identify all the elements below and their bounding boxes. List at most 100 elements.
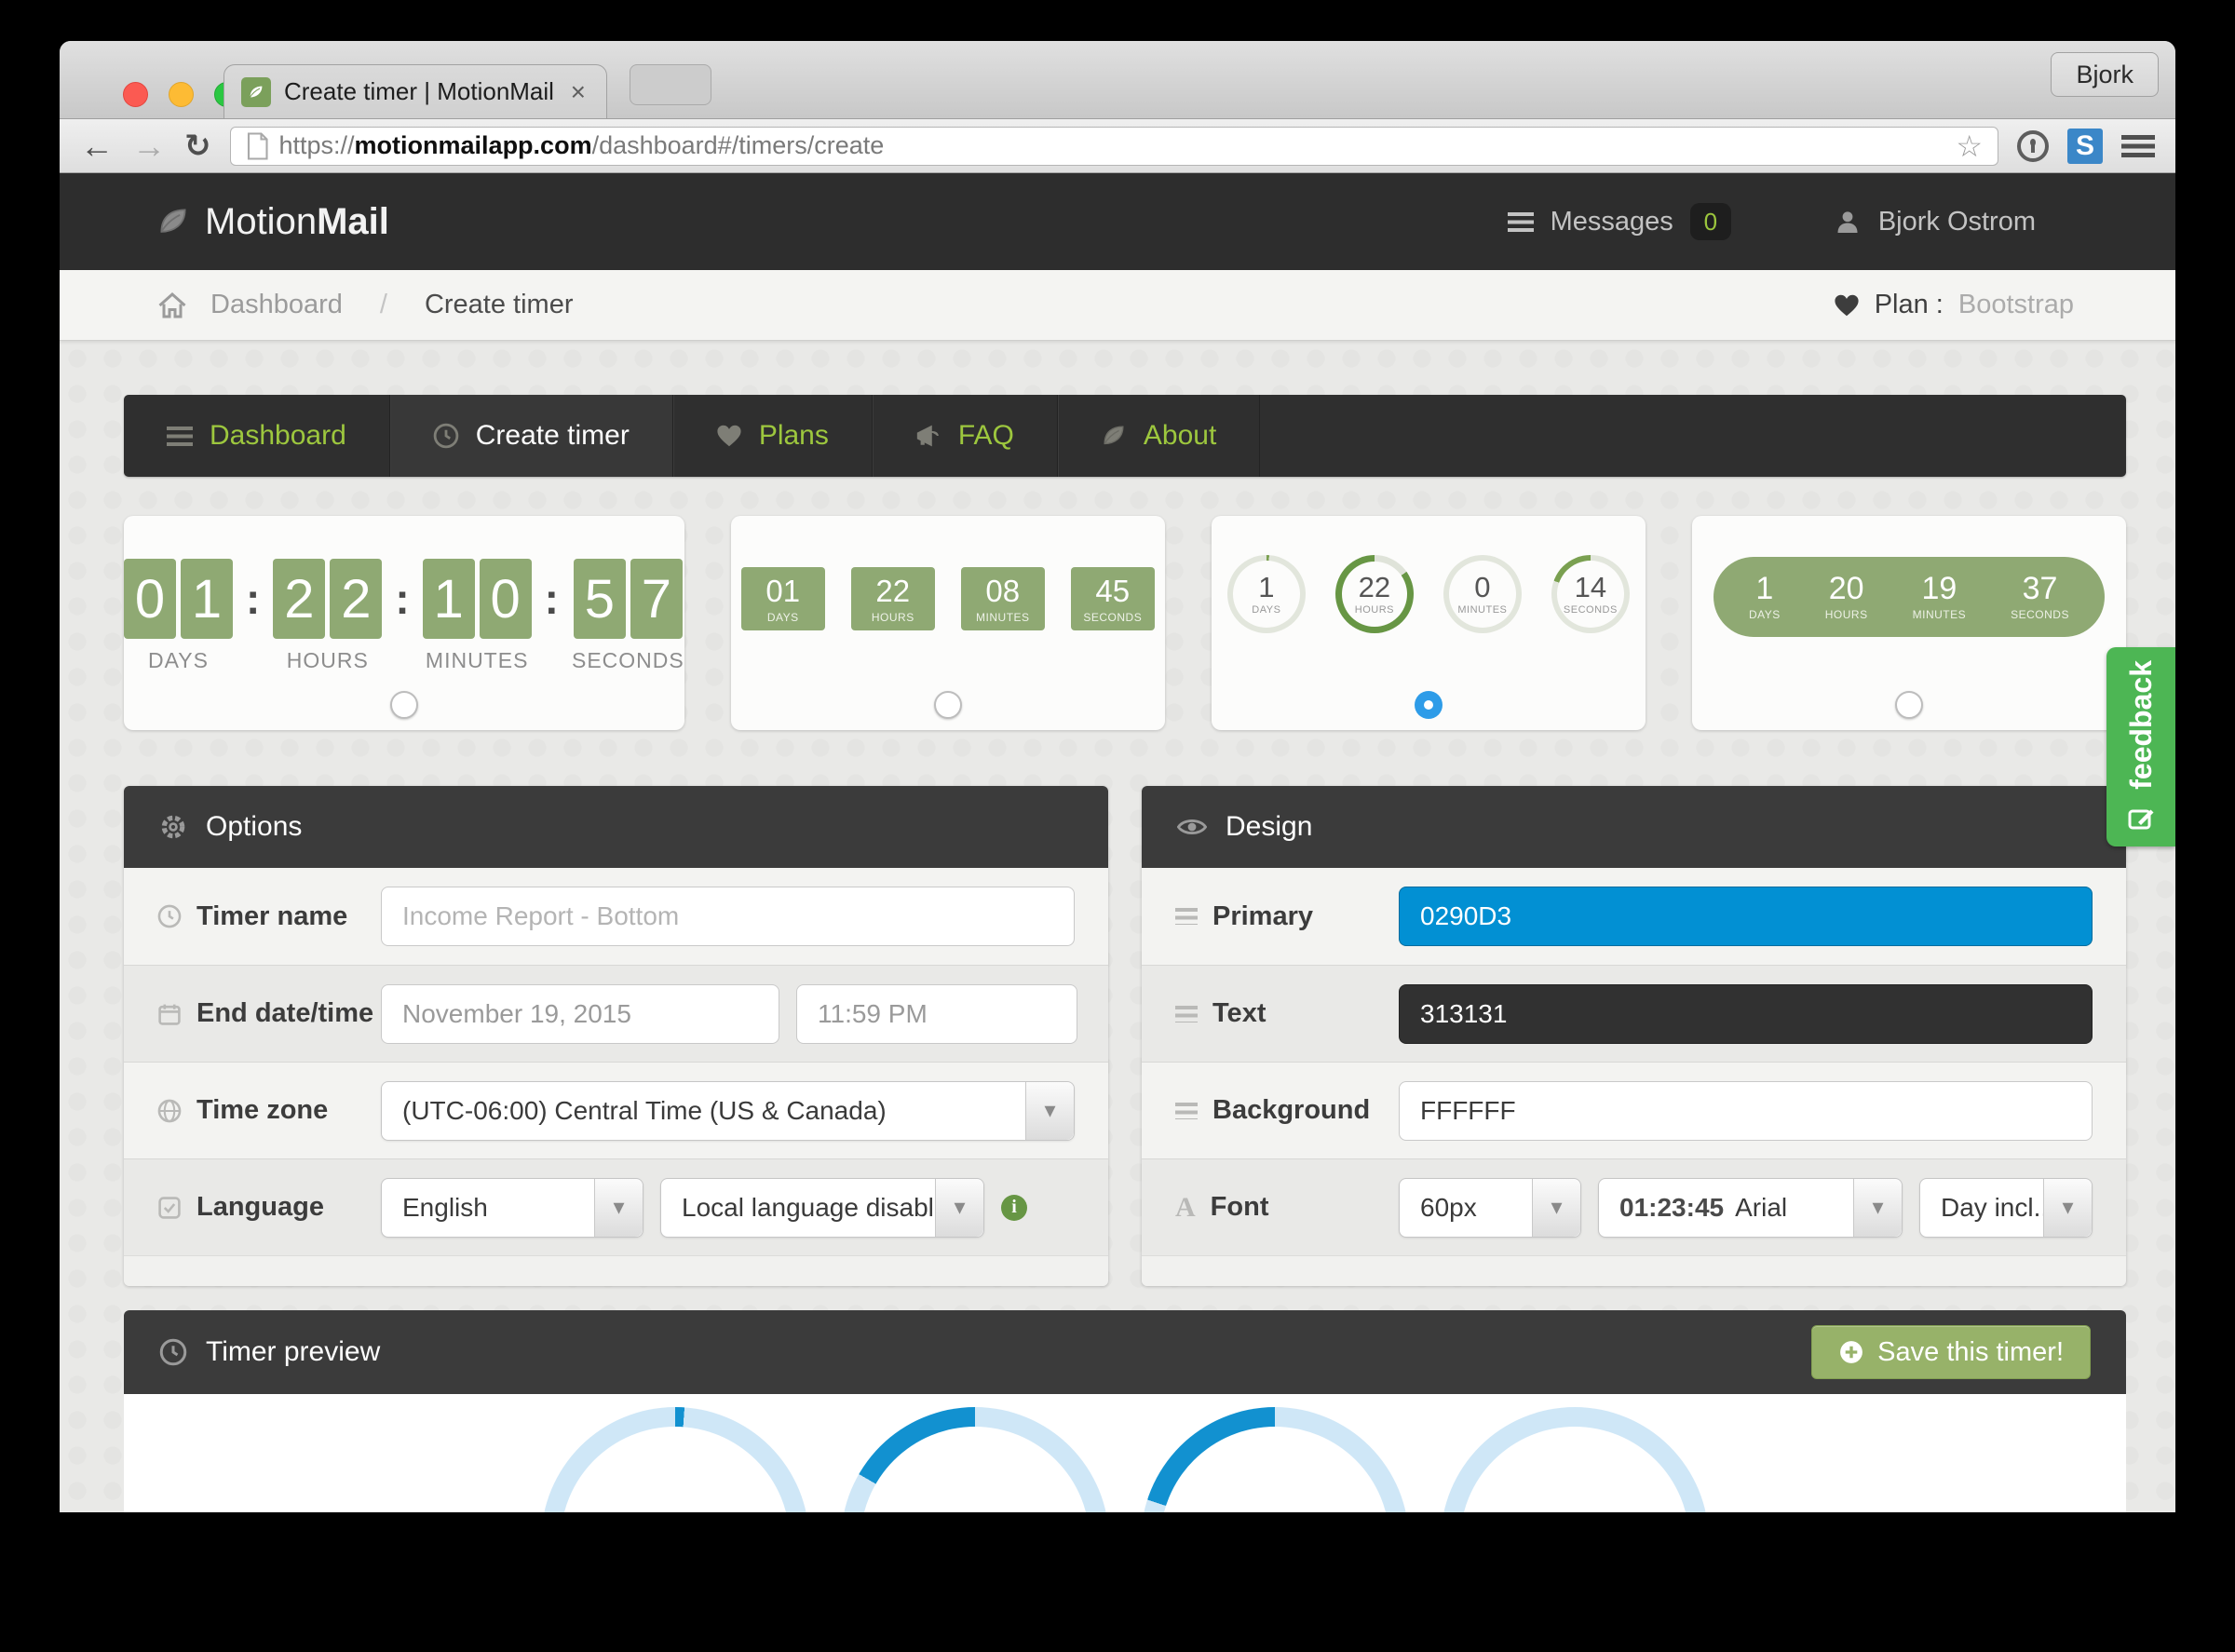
- bookmark-star-icon[interactable]: ☆: [1956, 129, 1983, 164]
- language-select[interactable]: English ▾: [381, 1178, 643, 1238]
- motionmail-logo[interactable]: MotionMail: [156, 201, 389, 243]
- info-icon[interactable]: i: [1001, 1195, 1027, 1221]
- checkbox-icon: [157, 1196, 182, 1220]
- background-color-row: Background: [1142, 1062, 2126, 1158]
- browser-titlebar: Create timer | MotionMail × Bjork: [60, 41, 2175, 119]
- font-label: Font: [1211, 1192, 1269, 1223]
- brand-mail: Mail: [317, 201, 389, 242]
- globe-icon: [157, 1099, 182, 1123]
- plus-circle-icon: [1838, 1339, 1864, 1365]
- timer-style-circles-card[interactable]: 1DAYS 22HOURS 0MINUTES 14SECONDS: [1212, 516, 1646, 730]
- tab-title: Create timer | MotionMail: [284, 77, 554, 106]
- end-datetime-label: End date/time: [196, 998, 373, 1029]
- design-title: Design: [1226, 811, 1312, 843]
- nav-tab-dashboard[interactable]: Dashboard: [124, 395, 390, 477]
- page-content: Dashboard Create timer Plans FAQ: [60, 341, 2175, 1512]
- primary-color-row: Primary: [1142, 868, 2126, 965]
- window-controls: [123, 82, 239, 107]
- s-extension-icon[interactable]: S: [2067, 129, 2103, 164]
- chevron-down-icon: ▾: [1853, 1179, 1902, 1237]
- background-label: Background: [1212, 1095, 1370, 1126]
- app-header: MotionMail Messages 0 Bjork Ostrom: [60, 173, 2175, 270]
- close-window-button[interactable]: [123, 82, 148, 107]
- user-icon: [1834, 208, 1862, 236]
- flip-timer-preview: 0 1 DAYS : 2 2 HOURS :: [124, 559, 684, 673]
- font-a-icon: A: [1175, 1192, 1196, 1224]
- timer-style-blocks-radio[interactable]: [934, 691, 962, 719]
- layers-icon: [1175, 1006, 1198, 1022]
- timer-style-blocks-card[interactable]: 01DAYS 22HOURS 08MINUTES 45SECONDS: [731, 516, 1165, 730]
- address-bar[interactable]: https://motionmailapp.com/dashboard#/tim…: [230, 127, 1999, 166]
- timer-style-flip-radio[interactable]: [390, 691, 418, 719]
- font-display-select[interactable]: Day incl... ▾: [1919, 1178, 2093, 1238]
- heart-icon: [1834, 293, 1860, 318]
- primary-color-input[interactable]: [1399, 887, 2093, 946]
- browser-menu-icon[interactable]: [2121, 135, 2155, 157]
- browser-profile-button[interactable]: Bjork: [2051, 52, 2159, 97]
- options-panel: Options Timer name: [124, 786, 1108, 1286]
- chevron-down-icon: ▾: [2043, 1179, 2092, 1237]
- new-tab-button[interactable]: [630, 64, 711, 105]
- preview-seconds-circle: 0: [1441, 1407, 1709, 1512]
- clock-icon: [433, 423, 459, 449]
- primary-label: Primary: [1212, 901, 1313, 932]
- end-date-input[interactable]: [381, 984, 779, 1044]
- forward-button[interactable]: →: [132, 129, 166, 163]
- breadcrumb-separator: /: [380, 290, 387, 320]
- nav-tab-create-timer[interactable]: Create timer: [390, 395, 673, 477]
- text-color-input[interactable]: [1399, 984, 2093, 1044]
- blocks-timer-preview: 01DAYS 22HOURS 08MINUTES 45SECONDS: [741, 567, 1155, 630]
- timer-style-flip-card[interactable]: 0 1 DAYS : 2 2 HOURS :: [124, 516, 684, 730]
- tab-close-icon[interactable]: ×: [567, 77, 589, 107]
- preview-minutes-circle: 45: [1141, 1407, 1409, 1512]
- minimize-window-button[interactable]: [169, 82, 194, 107]
- browser-tab[interactable]: Create timer | MotionMail ×: [224, 64, 607, 118]
- end-time-input[interactable]: [796, 984, 1077, 1044]
- timer-name-input[interactable]: [381, 887, 1075, 946]
- preview-hours-circle: 7: [841, 1407, 1109, 1512]
- save-timer-button[interactable]: Save this timer!: [1811, 1325, 2091, 1379]
- timer-style-bar-card[interactable]: 1DAYS 20HOURS 19MINUTES 37SECONDS: [1692, 516, 2126, 730]
- user-name: Bjork Ostrom: [1878, 207, 2036, 237]
- chevron-down-icon: ▾: [1025, 1082, 1074, 1140]
- timer-name-label: Timer name: [196, 901, 347, 932]
- nav-tab-about[interactable]: About: [1058, 395, 1260, 477]
- chevron-down-icon: ▾: [935, 1179, 983, 1237]
- font-row: A Font 60px ▾ 01:23:45 Arial ▾: [1142, 1158, 2126, 1255]
- eye-icon: [1177, 815, 1207, 839]
- nav-tab-plans[interactable]: Plans: [673, 395, 873, 477]
- font-family-select[interactable]: 01:23:45 Arial ▾: [1598, 1178, 1903, 1238]
- clock-icon: [157, 904, 182, 928]
- back-button[interactable]: ←: [80, 129, 114, 163]
- timer-style-bar-radio[interactable]: [1895, 691, 1923, 719]
- calendar-icon: [157, 1002, 182, 1026]
- background-color-input[interactable]: [1399, 1081, 2093, 1141]
- plan-value: Bootstrap: [1958, 290, 2074, 320]
- messages-menu[interactable]: Messages 0: [1508, 203, 1731, 240]
- design-panel-footer: [1142, 1255, 2126, 1286]
- chevron-down-icon: ▾: [1532, 1179, 1580, 1237]
- url-text: https://motionmailapp.com/dashboard#/tim…: [279, 131, 1945, 160]
- end-datetime-row: End date/time: [124, 965, 1108, 1062]
- options-panel-footer: [124, 1255, 1108, 1286]
- time-zone-label: Time zone: [196, 1095, 328, 1126]
- nav-tab-faq[interactable]: FAQ: [873, 395, 1058, 477]
- font-size-select[interactable]: 60px ▾: [1399, 1178, 1581, 1238]
- design-panel-header: Design: [1142, 786, 2126, 868]
- feedback-tab[interactable]: feedback: [2106, 647, 2175, 846]
- design-panel: Design Primary Text: [1142, 786, 2126, 1286]
- breadcrumb-dashboard-link[interactable]: Dashboard: [210, 290, 343, 320]
- local-language-select[interactable]: Local language disabled ▾: [660, 1178, 984, 1238]
- messages-count-badge: 0: [1690, 203, 1731, 240]
- plan-label: Plan :: [1875, 290, 1944, 320]
- time-zone-row: Time zone (UTC-06:00) Central Time (US &…: [124, 1062, 1108, 1158]
- text-color-row: Text: [1142, 965, 2126, 1062]
- gear-icon: [159, 813, 187, 841]
- password-extension-icon[interactable]: [2017, 130, 2049, 162]
- timer-style-circles-radio[interactable]: [1415, 691, 1443, 719]
- time-zone-select[interactable]: (UTC-06:00) Central Time (US & Canada) ▾: [381, 1081, 1075, 1141]
- timer-name-row: Timer name: [124, 868, 1108, 965]
- megaphone-icon: [915, 424, 941, 448]
- user-menu[interactable]: Bjork Ostrom: [1834, 207, 2036, 237]
- reload-button[interactable]: ↻: [184, 128, 211, 165]
